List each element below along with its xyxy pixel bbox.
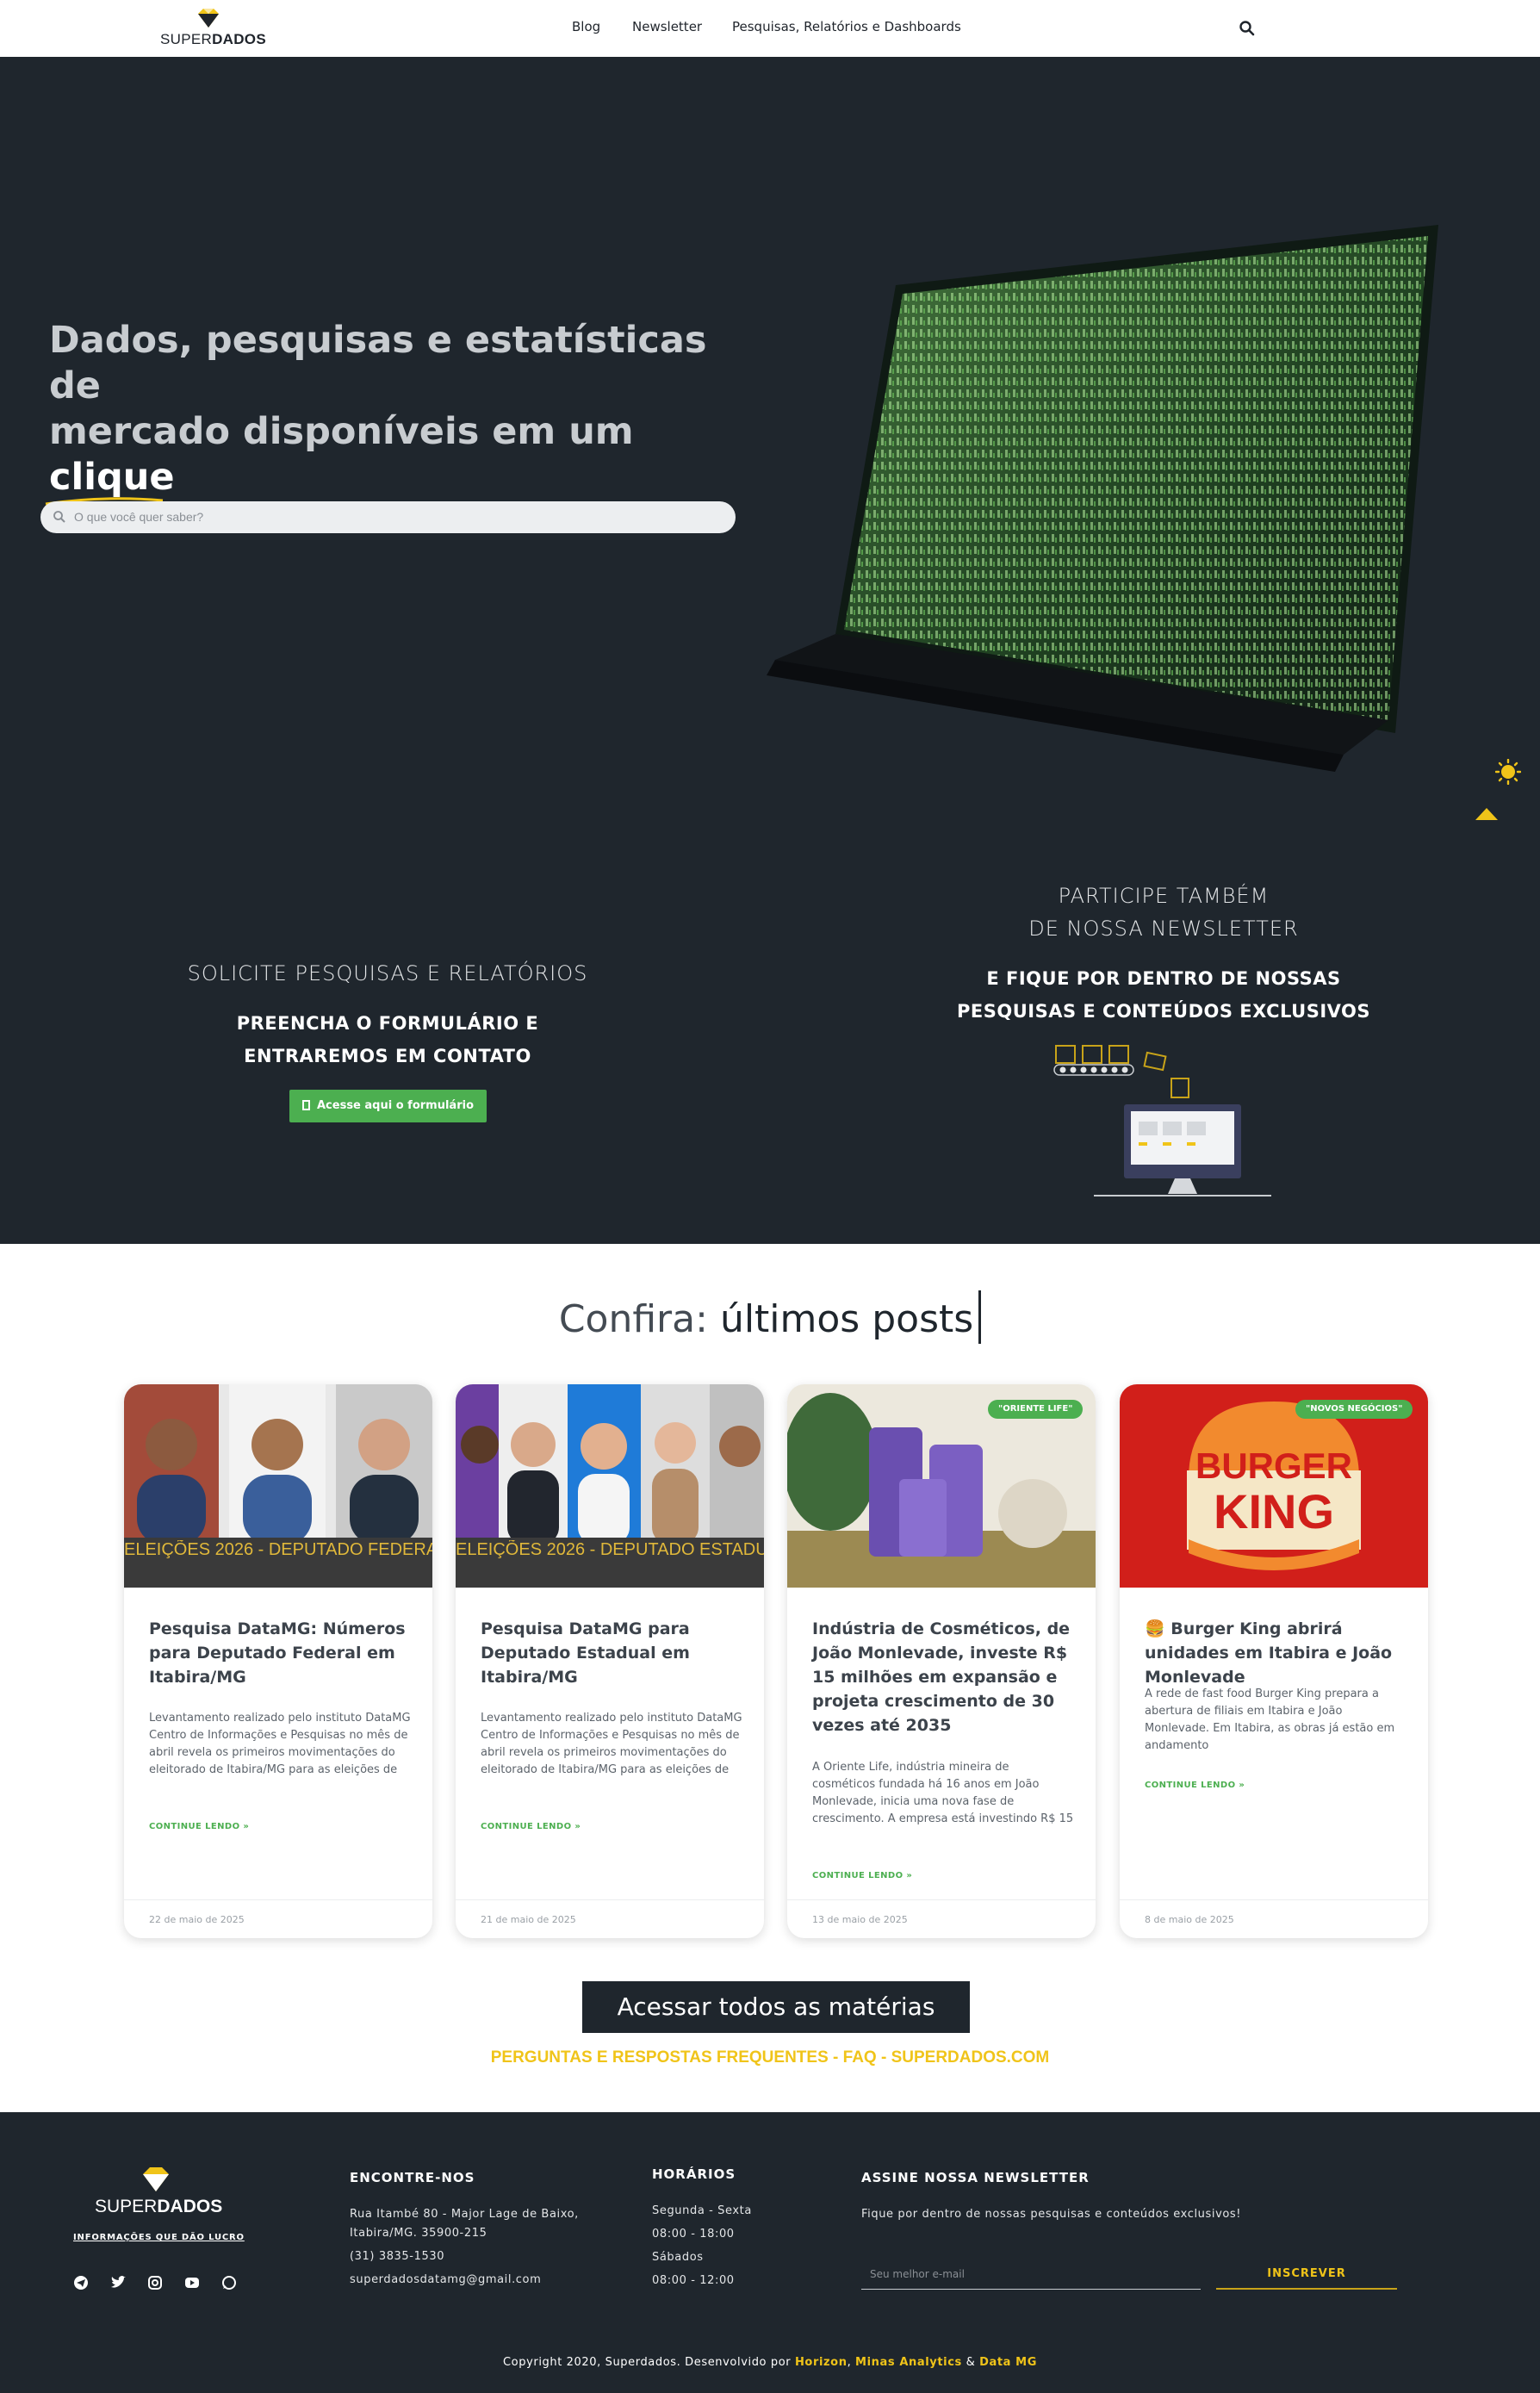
phone-text[interactable]: (31) 3835-1530 bbox=[350, 2248, 444, 2266]
nav-pesquisas[interactable]: Pesquisas, Relatórios e Dashboards bbox=[732, 19, 961, 34]
post-image[interactable]: "ORIENTE LIFE" bbox=[787, 1384, 1096, 1588]
continue-reading-link[interactable]: CONTINUE LENDO » bbox=[481, 1822, 581, 1831]
post-image-caption: ELEIÇÕES 2026 - DEPUTADO FEDERAL bbox=[124, 1540, 432, 1559]
post-title[interactable]: 🍔 Burger King abrirá unidades em Itabira… bbox=[1145, 1617, 1407, 1689]
footer-tagline[interactable]: INFORMAÇÕES QUE DÃO LUCRO bbox=[73, 2233, 245, 2242]
post-footer: 22 de maio de 2025 bbox=[124, 1899, 432, 1938]
twitter-icon[interactable] bbox=[109, 2274, 127, 2291]
post-excerpt: A rede de fast food Burger King prepara … bbox=[1145, 1688, 1395, 1752]
logo-wordmark: SUPERDADOS bbox=[160, 31, 266, 47]
faq-link[interactable]: PERGUNTAS E RESPOSTAS FREQUENTES - FAQ -… bbox=[0, 2048, 1540, 2067]
search-icon[interactable] bbox=[1239, 20, 1256, 37]
post-title[interactable]: Pesquisa DataMG para Deputado Estadual e… bbox=[481, 1617, 743, 1689]
post-date: 22 de maio de 2025 bbox=[149, 1914, 245, 1925]
footer-logo-light: SUPER bbox=[95, 2197, 158, 2216]
brand-word-top: BURGER bbox=[1195, 1445, 1352, 1486]
subscribe-button[interactable]: INSCREVER bbox=[1216, 2259, 1397, 2290]
footer-logo-bold: DADOS bbox=[157, 2197, 223, 2216]
all-posts-button[interactable]: Acessar todos as matérias bbox=[582, 1981, 970, 2033]
post-excerpt: A Oriente Life, indústria mineira de cos… bbox=[812, 1761, 1074, 1825]
scroll-top-arrow-icon[interactable] bbox=[1475, 808, 1498, 820]
post-image-caption: ELEIÇÕES 2026 - DEPUTADO ESTADUAL bbox=[456, 1540, 764, 1559]
form-button[interactable]: Acesse aqui o formulário bbox=[289, 1090, 487, 1122]
encontre-heading: ENCONTRE-NOS bbox=[350, 2170, 475, 2185]
category-badge[interactable]: "ORIENTE LIFE" bbox=[988, 1400, 1084, 1419]
post-image[interactable]: ELEIÇÕES 2026 - DEPUTADO FEDERAL bbox=[124, 1384, 432, 1588]
dev-link-horizon[interactable]: Horizon bbox=[795, 2356, 848, 2369]
post-date: 13 de maio de 2025 bbox=[812, 1914, 908, 1925]
newsletter-footer-heading: ASSINE NOSSA NEWSLETTER bbox=[861, 2170, 1090, 2185]
newsletter-email-input[interactable] bbox=[861, 2259, 1201, 2290]
newsletter-illustration-icon bbox=[1053, 1045, 1271, 1196]
hero-title-highlight: clique bbox=[45, 455, 175, 506]
post-date: 8 de maio de 2025 bbox=[1145, 1914, 1234, 1925]
logo[interactable]: SUPERDADOS bbox=[160, 9, 266, 48]
post-title[interactable]: Indústria de Cosméticos, de João Monleva… bbox=[812, 1617, 1075, 1737]
solicite-sub-1: PREENCHA O FORMULÁRIO E bbox=[236, 1013, 539, 1034]
document-icon bbox=[302, 1100, 310, 1110]
newsletter-sub-2: PESQUISAS E CONTEÚDOS EXCLUSIVOS bbox=[956, 1001, 1370, 1022]
site-header: SUPERDADOS Blog Newsletter Pesquisas, Re… bbox=[0, 0, 1540, 57]
footer-logo[interactable]: SUPERDADOS bbox=[93, 2167, 223, 2221]
newsletter-footer-text: Fique por dentro de nossas pesquisas e c… bbox=[861, 2208, 1242, 2221]
continue-reading-link[interactable]: CONTINUE LENDO » bbox=[812, 1871, 912, 1880]
post-excerpt: Levantamento realizado pelo instituto Da… bbox=[481, 1712, 742, 1776]
post-image[interactable]: ELEIÇÕES 2026 - DEPUTADO ESTADUAL bbox=[456, 1384, 764, 1588]
address-line-2: Itabira/MG. 35900-215 bbox=[350, 2227, 487, 2240]
post-footer: 8 de maio de 2025 bbox=[1120, 1899, 1428, 1938]
laptop-matrix-image bbox=[767, 225, 1438, 772]
diamond-logo-icon bbox=[198, 9, 219, 28]
dev-link-datamg[interactable]: Data MG bbox=[979, 2356, 1037, 2369]
solicite-sub-2: ENTRAREMOS EM CONTATO bbox=[244, 1046, 531, 1066]
copyright: Copyright 2020, Superdados. Desenvolvido… bbox=[503, 2356, 1037, 2369]
nav-blog[interactable]: Blog bbox=[572, 19, 600, 34]
hero-title: Dados, pesquisas e estatísticas de merca… bbox=[45, 318, 738, 506]
diamond-logo-icon bbox=[143, 2167, 169, 2191]
post-card[interactable]: BURGER KING "NOVOS NEGÓCIOS" 🍔 Burger Ki… bbox=[1120, 1384, 1428, 1938]
newsletter-heading-2: DE NOSSA NEWSLETTER bbox=[1028, 917, 1299, 941]
weekday-hours: 08:00 - 18:00 bbox=[652, 2228, 735, 2241]
theme-toggle-sun-icon[interactable] bbox=[1495, 759, 1521, 785]
typing-cursor bbox=[978, 1290, 982, 1344]
email-text[interactable]: superdadosdatamg@gmail.com bbox=[350, 2272, 541, 2289]
post-image[interactable]: BURGER KING "NOVOS NEGÓCIOS" bbox=[1120, 1384, 1428, 1588]
site-footer bbox=[0, 2112, 1540, 2393]
search-placeholder: O que você quer saber? bbox=[74, 510, 204, 524]
hero-search-input[interactable]: O que você quer saber? bbox=[40, 501, 736, 533]
nav-newsletter[interactable]: Newsletter bbox=[632, 19, 702, 34]
post-card[interactable]: "ORIENTE LIFE" Indústria de Cosméticos, … bbox=[787, 1384, 1096, 1938]
post-title[interactable]: Pesquisa DataMG: Números para Deputado F… bbox=[149, 1617, 412, 1689]
whatsapp-icon[interactable] bbox=[220, 2274, 238, 2291]
horarios-heading: HORÁRIOS bbox=[652, 2166, 736, 2182]
post-footer: 13 de maio de 2025 bbox=[787, 1899, 1096, 1938]
newsletter-sub-1: E FIQUE POR DENTRO DE NOSSAS bbox=[986, 968, 1341, 989]
telegram-icon[interactable] bbox=[72, 2274, 90, 2291]
youtube-icon[interactable] bbox=[183, 2274, 201, 2291]
continue-reading-link[interactable]: CONTINUE LENDO » bbox=[1145, 1781, 1245, 1790]
saturday-hours: 08:00 - 12:00 bbox=[652, 2274, 735, 2287]
address-line-1: Rua Itambé 80 - Major Lage de Baixo, bbox=[350, 2208, 579, 2221]
search-icon bbox=[53, 511, 65, 523]
post-footer: 21 de maio de 2025 bbox=[456, 1899, 764, 1938]
post-date: 21 de maio de 2025 bbox=[481, 1914, 576, 1925]
dev-link-minas-analytics[interactable]: Minas Analytics bbox=[855, 2356, 962, 2369]
post-card[interactable]: ELEIÇÕES 2026 - DEPUTADO ESTADUAL Pesqui… bbox=[456, 1384, 764, 1938]
solicite-heading: SOLICITE PESQUISAS E RELATÓRIOS bbox=[187, 961, 588, 985]
instagram-icon[interactable] bbox=[146, 2274, 164, 2291]
post-excerpt: Levantamento realizado pelo instituto Da… bbox=[149, 1712, 411, 1776]
continue-reading-link[interactable]: CONTINUE LENDO » bbox=[149, 1822, 249, 1831]
posts-title: Confira: últimos posts bbox=[0, 1290, 1540, 1344]
newsletter-heading-1: PARTICIPE TAMBÉM bbox=[1058, 884, 1270, 908]
hero-section: Dados, pesquisas e estatísticas de merca… bbox=[0, 57, 1540, 839]
saturday-label: Sábados bbox=[652, 2251, 704, 2264]
category-badge[interactable]: "NOVOS NEGÓCIOS" bbox=[1295, 1400, 1413, 1419]
brand-word-bottom: KING bbox=[1214, 1484, 1334, 1538]
weekday-label: Segunda - Sexta bbox=[652, 2204, 752, 2217]
post-card[interactable]: ELEIÇÕES 2026 - DEPUTADO FEDERAL Pesquis… bbox=[124, 1384, 432, 1938]
